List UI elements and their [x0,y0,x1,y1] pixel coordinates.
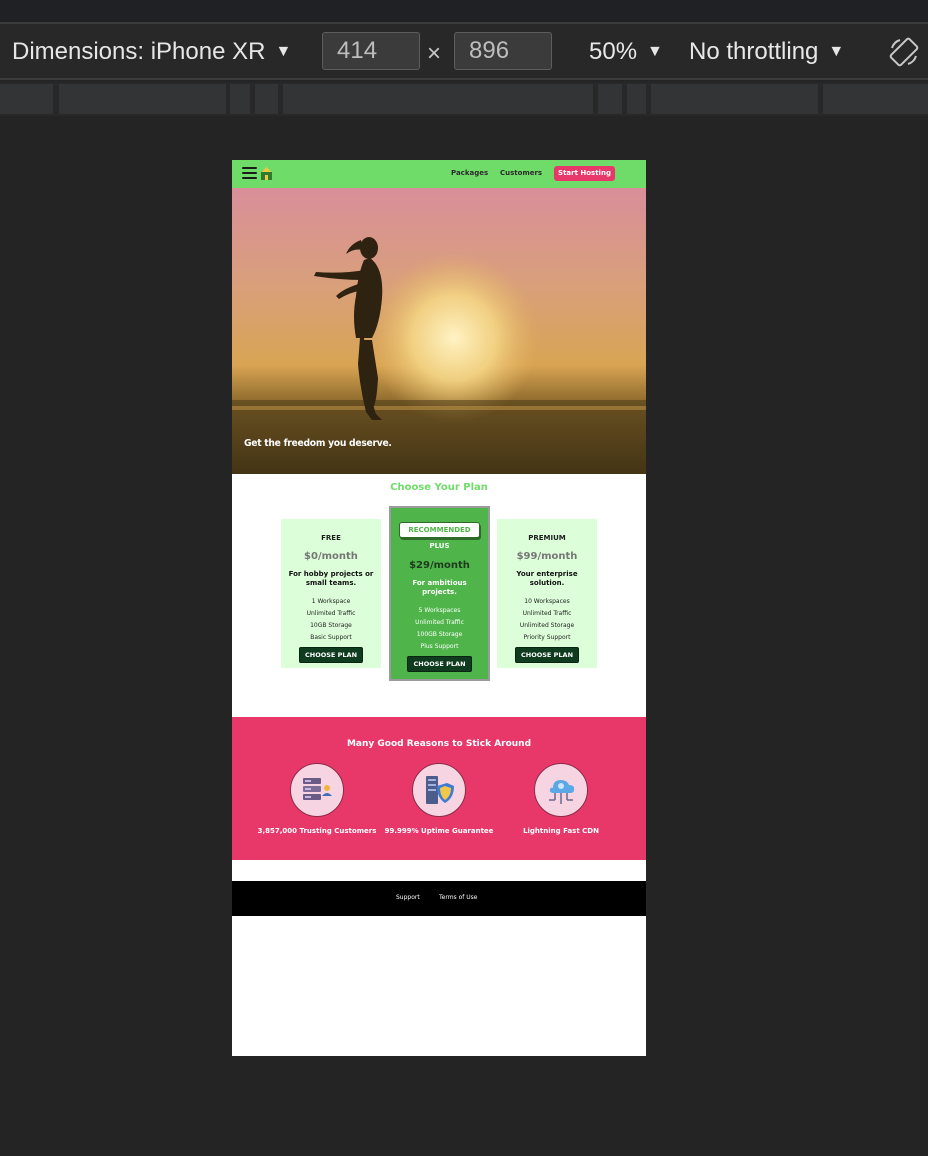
throttling-dropdown[interactable]: No throttling ▼ [689,38,844,66]
reason-item: Lightning Fast CDN [500,763,622,836]
devtools-top-strip [0,0,928,24]
chevron-down-icon: ▼ [828,43,845,60]
plan-feature: 10GB Storage [310,622,352,629]
choose-plan-button-plus[interactable]: CHOOSE PLAN [407,656,472,672]
media-query-bar[interactable] [230,84,250,114]
hero-tagline: Get the freedom you deserve. [244,438,392,449]
nav-link-customers[interactable]: Customers [500,169,542,177]
reasons-section: Many Good Reasons to Stick Around 3,857,… [232,717,646,860]
chevron-down-icon: ▼ [647,43,663,60]
plan-description: For ambitious projects. [412,579,467,596]
plan-feature: Priority Support [523,634,571,641]
reason-label: 99.999% Uptime Guarantee [384,827,494,835]
zoom-dropdown[interactable]: 50% ▼ [589,38,663,66]
reason-item: 3,857,000 Trusting Customers [256,763,378,836]
rotate-device-icon[interactable] [888,36,920,68]
device-dimensions-dropdown[interactable]: Dimensions: iPhone XR ▼ [12,38,291,66]
choose-plan-button-free[interactable]: CHOOSE PLAN [298,647,364,663]
media-query-ruler [0,82,928,116]
recommended-badge: RECOMMENDED [399,522,480,538]
plan-price: $99/month [516,551,578,562]
plans-title: Choose Your Plan [390,482,488,493]
plan-card-premium: PREMIUM $99/month Your enterprise soluti… [497,519,597,668]
media-query-bar[interactable] [283,84,593,114]
media-query-bar[interactable] [627,84,646,114]
plan-feature: Unlimited Traffic [522,610,572,617]
plan-feature: Basic Support [310,634,352,641]
hero-section: Get the freedom you deserve. [232,188,646,474]
plan-name: PREMIUM [528,534,566,542]
zoom-label: 50% [589,38,638,65]
times-icon: × [427,40,442,67]
footer-link-terms[interactable]: Terms of Use [439,894,477,901]
plan-name: FREE [321,534,341,542]
media-query-bar[interactable] [255,84,278,114]
plan-feature: Unlimited Storage [519,622,575,629]
chevron-down-icon: ▼ [275,43,292,60]
plan-description: For hobby projects or small teams. [288,570,374,587]
hamburger-menu-icon[interactable] [242,167,257,180]
reason-item: 99.999% Uptime Guarantee [378,763,500,836]
plan-description: Your enterprise solution. [516,570,578,587]
device-viewport: Packages Customers Start Hosting Get the… [232,160,646,1056]
plan-feature: 10 Workspaces [524,598,570,605]
plan-card-free: FREE $0/month For hobby projects or smal… [281,519,381,668]
footer: Support Terms of Use [232,881,646,916]
reason-label: Lightning Fast CDN [523,827,599,835]
plan-price: $0/month [304,551,358,562]
media-query-bar[interactable] [823,84,928,114]
plan-card-plus: RECOMMENDED PLUS $29/month For ambitious… [389,506,490,681]
viewport-width-input[interactable]: 414 [322,32,420,70]
cloud-cdn-icon [534,763,588,817]
footer-link-support[interactable]: Support [396,894,420,901]
plan-name: PLUS [429,542,450,550]
hero-image [232,188,646,474]
start-hosting-button[interactable]: Start Hosting [554,166,615,181]
throttling-label: No throttling [689,38,819,65]
plan-feature: 100GB Storage [416,631,463,638]
logo-icon[interactable] [261,167,272,180]
plan-feature: Plus Support [420,643,459,650]
device-toolbar: Dimensions: iPhone XR ▼ 414 × 896 50% ▼ No… [0,24,928,80]
main-nav: Packages Customers Start Hosting [232,160,646,188]
reasons-title: Many Good Reasons to Stick Around [346,739,532,749]
plan-feature: 1 Workspace [311,598,351,605]
plan-feature: Unlimited Traffic [306,610,356,617]
plan-feature: Unlimited Traffic [415,619,464,626]
shield-server-icon [412,763,466,817]
media-query-bar[interactable] [651,84,818,114]
plan-price: $29/month [409,560,470,571]
media-query-bar[interactable] [598,84,622,114]
plan-feature: 5 Workspaces [418,607,461,614]
nav-link-packages[interactable]: Packages [451,169,488,177]
device-dimensions-label: Dimensions: iPhone XR [12,38,266,65]
reason-label: 3,857,000 Trusting Customers [257,827,377,835]
customers-servers-icon [290,763,344,817]
media-query-bar[interactable] [59,84,226,114]
viewport-height-input[interactable]: 896 [454,32,552,70]
choose-plan-button-premium[interactable]: CHOOSE PLAN [514,647,580,663]
media-query-bar[interactable] [0,84,53,114]
